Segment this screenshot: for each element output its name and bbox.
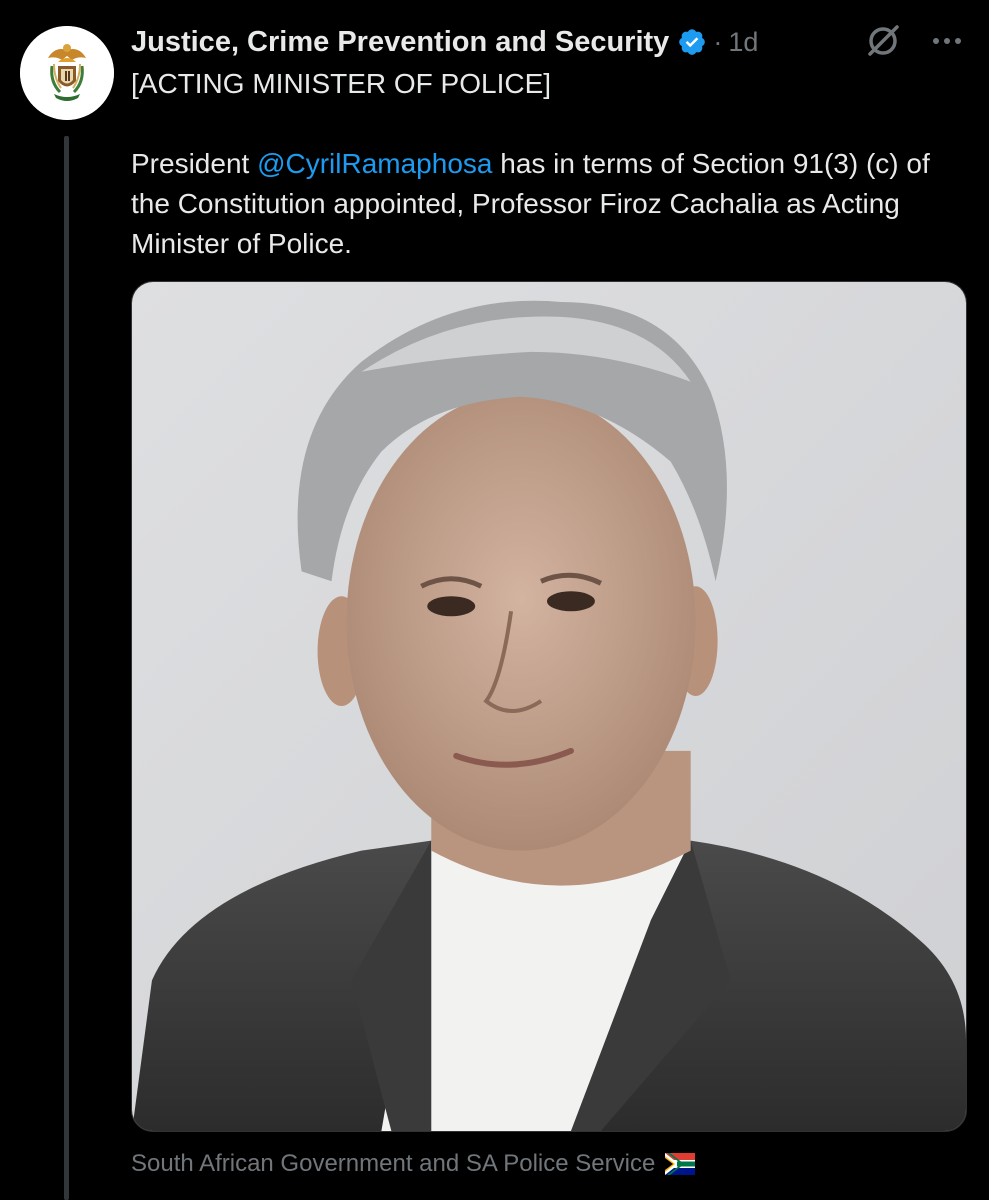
south-africa-flag-icon xyxy=(665,1153,696,1175)
post-title-line: [ACTING MINISTER OF POLICE] xyxy=(131,68,552,99)
grok-icon[interactable] xyxy=(862,20,904,62)
thread-line xyxy=(64,136,69,1200)
portrait-photo xyxy=(132,282,966,1131)
avatar[interactable] xyxy=(20,26,114,120)
mention-link[interactable]: @CyrilRamaphosa xyxy=(257,148,492,179)
author-display-name[interactable]: Justice, Crime Prevention and Security xyxy=(131,26,669,59)
more-options-icon[interactable] xyxy=(926,20,968,62)
coat-of-arms-logo xyxy=(20,26,114,120)
post-text: [ACTING MINISTER OF POLICE] President @C… xyxy=(131,64,969,264)
post-body: President @CyrilRamaphosa has in terms o… xyxy=(131,144,969,264)
tweet-header: Justice, Crime Prevention and Security ·… xyxy=(131,22,969,62)
body-text-start: President xyxy=(131,148,258,179)
media-caption-text: South African Government and SA Police S… xyxy=(131,1150,656,1177)
post-media-image[interactable] xyxy=(131,281,967,1132)
media-caption: South African Government and SA Police S… xyxy=(131,1150,696,1178)
separator-dot: · xyxy=(713,26,723,57)
tweet[interactable]: Justice, Crime Prevention and Security ·… xyxy=(0,0,989,1200)
post-timestamp[interactable]: 1d xyxy=(728,27,758,58)
verified-badge-icon xyxy=(677,27,707,57)
